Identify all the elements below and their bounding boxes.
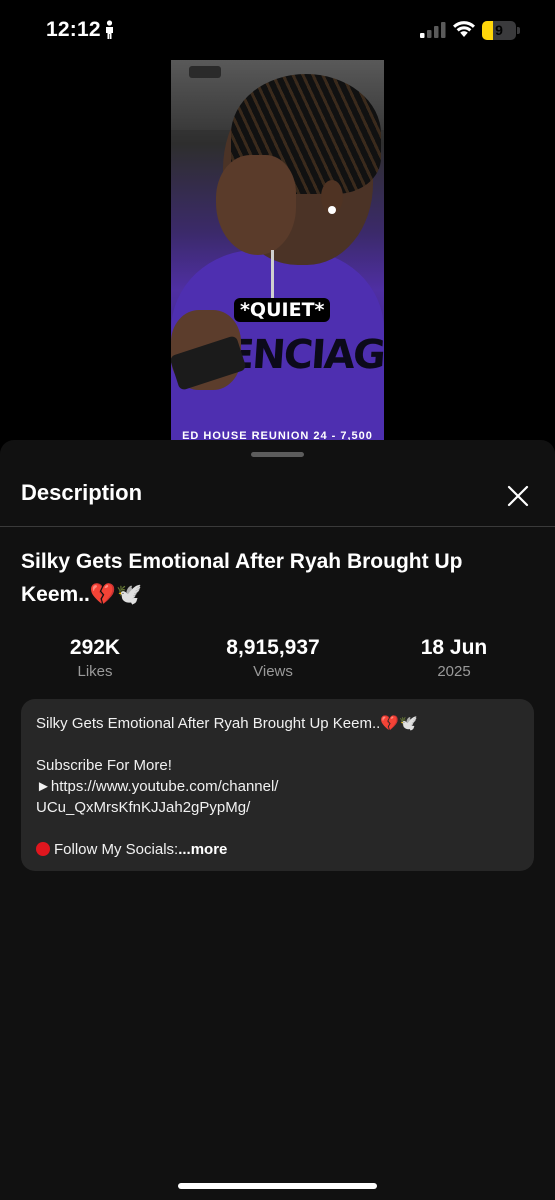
- description-box[interactable]: Silky Gets Emotional After Ryah Brought …: [21, 699, 534, 871]
- follow-socials-text: Follow My Socials:: [54, 841, 179, 858]
- divider: [0, 526, 555, 527]
- video-title: Silky Gets Emotional After Ryah Brought …: [21, 550, 463, 606]
- battery-level: 9: [495, 22, 503, 38]
- video-player[interactable]: ENCIAG *QUIET* ED HOUSE REUNION 24 - 7,5…: [171, 60, 384, 444]
- home-indicator[interactable]: [178, 1183, 377, 1189]
- video-hoodie-logo: ENCIAG: [225, 332, 384, 378]
- description-sheet: Description Silky Gets Emotional After R…: [0, 440, 555, 1200]
- upload-date-day: 18 Jun: [420, 636, 488, 659]
- likes-label: Likes: [77, 663, 113, 680]
- description-spacer: [36, 734, 521, 755]
- upload-date-year: 2025: [437, 663, 471, 680]
- description-text: Silky Gets Emotional After Ryah Brought …: [36, 713, 521, 860]
- close-button[interactable]: [498, 476, 538, 516]
- description-line: Subscribe For More!: [36, 757, 172, 774]
- more-button[interactable]: ...more: [178, 841, 227, 858]
- battery-tip: [517, 27, 520, 34]
- video-frame-face: [216, 155, 296, 255]
- video-frame-detail: [189, 66, 221, 78]
- cellular-signal-icon: [420, 22, 446, 38]
- video-frame-earring: [328, 206, 336, 214]
- sheet-title: Description: [21, 480, 143, 505]
- video-frame-chain: [271, 250, 274, 305]
- status-bar: 12:12 9: [0, 0, 555, 62]
- views-count: 8,915,937: [226, 636, 320, 659]
- sheet-drag-handle[interactable]: [251, 452, 304, 457]
- views-stat: 8,915,937 Views: [198, 636, 348, 680]
- wifi-icon: [453, 21, 475, 37]
- description-line: Silky Gets Emotional After Ryah Brought …: [36, 715, 418, 732]
- views-label: Views: [253, 663, 293, 680]
- description-spacer: [36, 818, 521, 839]
- channel-link[interactable]: ►https://www.youtube.com/channel/: [36, 776, 521, 797]
- likes-count: 292K: [69, 636, 121, 659]
- likes-stat: 292K Likes: [20, 636, 170, 680]
- description-line: Follow My Socials:...more: [36, 839, 521, 860]
- person-icon: [106, 20, 113, 39]
- video-caption: *QUIET*: [234, 298, 331, 322]
- red-circle-icon: [36, 842, 50, 856]
- status-time: 12:12: [46, 18, 101, 41]
- battery-icon: 9: [482, 21, 516, 40]
- upload-date-stat: 18 Jun 2025: [379, 636, 529, 680]
- close-icon: [507, 485, 529, 507]
- channel-link-id[interactable]: UCu_QxMrsKfnKJJah2gPypMg/: [36, 797, 521, 818]
